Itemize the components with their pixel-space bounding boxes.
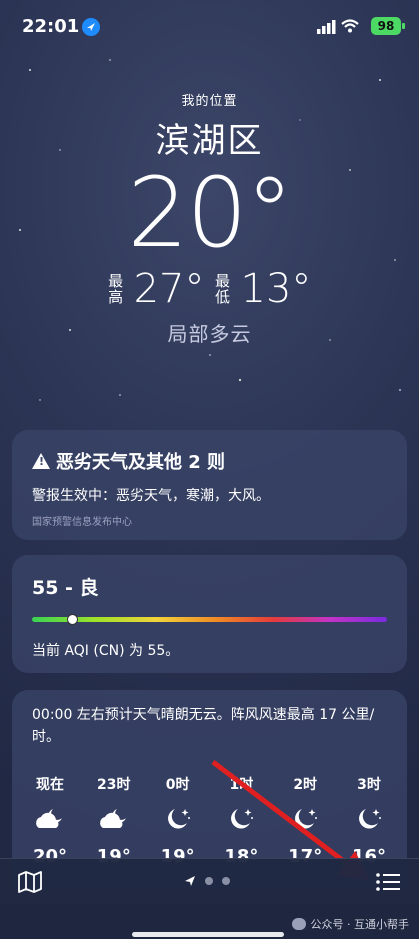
- hourly-forecast-item: 1时 18°: [211, 774, 271, 867]
- high-label: 最高: [108, 272, 124, 306]
- low-temperature: 13°: [240, 266, 312, 312]
- hourly-forecast-item: 现在 20°: [20, 774, 80, 867]
- watermark-text: 公众号 · 互通小帮手: [310, 918, 410, 931]
- map-icon[interactable]: [17, 871, 43, 893]
- cloud-moon-icon: [84, 804, 144, 834]
- alert-body: 警报生效中：恶劣天气，寒潮，大风。: [32, 488, 270, 504]
- current-temperature: 20°: [127, 157, 293, 269]
- status-time: 22:01: [22, 16, 80, 37]
- moon-stars-icon: [275, 804, 335, 834]
- hourly-forecast-item: 2时 17°: [275, 774, 335, 867]
- hour-label: 现在: [36, 777, 64, 793]
- watermark: 公众号 · 互通小帮手: [291, 916, 410, 932]
- moon-stars-icon: [211, 804, 271, 834]
- moon-stars-icon: [339, 804, 399, 834]
- aqi-description: 当前 AQI (CN) 为 55。: [32, 643, 180, 659]
- alert-title-text: 恶劣天气及其他 2 则: [56, 452, 226, 473]
- my-location-label: 我的位置: [181, 94, 238, 109]
- air-quality-card[interactable]: 55 - 良 当前 AQI (CN) 为 55。: [12, 555, 407, 673]
- hour-label: 3时: [357, 777, 381, 793]
- home-area: 公众号 · 互通小帮手: [0, 904, 419, 939]
- battery-indicator: 98: [371, 17, 405, 35]
- aqi-scale-bar: [32, 614, 387, 625]
- current-location-arrow-icon: [185, 876, 195, 886]
- hour-label: 1时: [229, 777, 254, 793]
- warning-icon: !: [32, 453, 50, 469]
- hourly-forecast-list: 现在 20° 23时 19° 0时 19° 1时 18° 2时 17° 3时 16°: [20, 774, 399, 867]
- hour-label: 2时: [293, 777, 318, 793]
- hourly-forecast-item: 3时 16°: [339, 774, 399, 867]
- city-list-icon[interactable]: [375, 871, 401, 893]
- aqi-level-marker: [67, 614, 79, 625]
- weather-condition: 局部多云: [167, 322, 252, 346]
- alert-title: ! 恶劣天气及其他 2 则: [32, 448, 225, 474]
- moon-stars-icon: [148, 804, 208, 834]
- alert-source: 国家预警信息发布中心: [32, 517, 132, 528]
- cellular-signal-icon: [317, 20, 336, 34]
- cloud-moon-icon: [20, 804, 80, 834]
- hour-label: 23时: [97, 777, 131, 793]
- page-indicator[interactable]: [184, 875, 230, 887]
- aqi-title: 55 - 良: [32, 577, 99, 599]
- low-label: 最低: [214, 272, 230, 306]
- hourly-forecast-item: 23时 19°: [84, 774, 144, 867]
- status-bar: 22:01 98: [0, 12, 419, 44]
- hourly-forecast-item: 0时 19°: [148, 774, 208, 867]
- bottom-toolbar: [0, 858, 419, 905]
- page-dot: [222, 877, 230, 885]
- wechat-logo-icon: [291, 918, 306, 930]
- page-dot: [205, 877, 213, 885]
- location-services-icon: [82, 18, 100, 36]
- city-name: 滨湖区: [155, 121, 264, 161]
- high-low-temperatures: 最高 27° 最低 13°: [0, 266, 419, 312]
- current-weather-header: 我的位置 滨湖区 20° 最高 27° 最低 13° 局部多云: [0, 90, 419, 347]
- home-indicator[interactable]: [132, 932, 284, 937]
- severe-weather-alert-card[interactable]: ! 恶劣天气及其他 2 则 警报生效中：恶劣天气，寒潮，大风。 国家预警信息发布…: [12, 430, 407, 540]
- wifi-icon: [341, 19, 359, 33]
- high-temperature: 27°: [133, 266, 205, 312]
- hour-label: 0时: [165, 777, 190, 793]
- forecast-summary: 00:00 左右预计天气晴朗无云。阵风风速最高 17 公里/时。: [32, 707, 375, 745]
